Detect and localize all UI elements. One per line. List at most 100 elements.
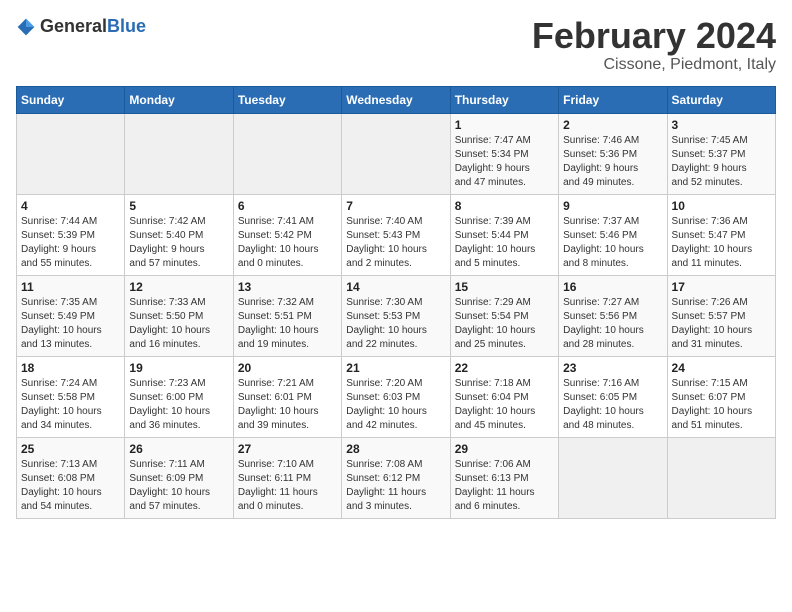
calendar-cell: 10 Sunrise: 7:36 AM Sunset: 5:47 PM Dayli… [667, 194, 775, 275]
calendar-cell [233, 113, 341, 194]
day-number: 25 [21, 442, 120, 456]
day-number: 13 [238, 280, 337, 294]
calendar-cell [559, 437, 667, 518]
calendar-cell: 25Sunrise: 7:13 AM Sunset: 6:08 PM Dayli… [17, 437, 125, 518]
day-info: Sunrise: 7:32 AM Sunset: 5:51 PM Dayligh… [238, 296, 337, 352]
day-info: Sunrise: 7:36 AM Sunset: 5:47 PM Dayligh… [672, 215, 771, 271]
logo: GeneralBlue [16, 16, 146, 37]
calendar-cell: 2 Sunrise: 7:46 AM Sunset: 5:36 PM Daylig… [559, 113, 667, 194]
day-info: Sunrise: 7:45 AM Sunset: 5:37 PM Dayligh… [672, 134, 771, 190]
calendar-cell: 16Sunrise: 7:27 AM Sunset: 5:56 PM Dayli… [559, 275, 667, 356]
col-header-friday: Friday [559, 86, 667, 113]
day-number: 11 [21, 280, 120, 294]
calendar-cell [17, 113, 125, 194]
col-header-monday: Monday [125, 86, 233, 113]
day-number: 7 [346, 199, 445, 213]
calendar-cell: 11 Sunrise: 7:35 AM Sunset: 5:49 PM Dayli… [17, 275, 125, 356]
calendar-cell: 20 Sunrise: 7:21 AM Sunset: 6:01 PM Dayli… [233, 356, 341, 437]
day-number: 6 [238, 199, 337, 213]
day-number: 5 [129, 199, 228, 213]
calendar-cell: 7 Sunrise: 7:40 AM Sunset: 5:43 PM Daylig… [342, 194, 450, 275]
day-info: Sunrise: 7:21 AM Sunset: 6:01 PM Dayligh… [238, 377, 337, 433]
day-info: Sunrise: 7:26 AM Sunset: 5:57 PM Dayligh… [672, 296, 771, 352]
calendar-cell: 12 Sunrise: 7:33 AM Sunset: 5:50 PM Dayli… [125, 275, 233, 356]
day-number: 1 [455, 118, 554, 132]
header: GeneralBlue February 2024 Cissone, Piedm… [16, 16, 776, 74]
calendar-cell: 8Sunrise: 7:39 AM Sunset: 5:44 PM Daylig… [450, 194, 558, 275]
calendar-cell: 29 Sunrise: 7:06 AM Sunset: 6:13 PM Dayli… [450, 437, 558, 518]
logo-general: General [40, 16, 107, 36]
day-number: 17 [672, 280, 771, 294]
day-info: Sunrise: 7:37 AM Sunset: 5:46 PM Dayligh… [563, 215, 662, 271]
day-number: 24 [672, 361, 771, 375]
calendar-cell: 1 Sunrise: 7:47 AM Sunset: 5:34 PM Daylig… [450, 113, 558, 194]
day-number: 18 [21, 361, 120, 375]
day-number: 14 [346, 280, 445, 294]
day-number: 3 [672, 118, 771, 132]
calendar-cell: 28 Sunrise: 7:08 AM Sunset: 6:12 PM Dayli… [342, 437, 450, 518]
day-info: Sunrise: 7:08 AM Sunset: 6:12 PM Dayligh… [346, 458, 445, 514]
day-info: Sunrise: 7:29 AM Sunset: 5:54 PM Dayligh… [455, 296, 554, 352]
day-info: Sunrise: 7:18 AM Sunset: 6:04 PM Dayligh… [455, 377, 554, 433]
calendar-cell [125, 113, 233, 194]
calendar-cell: 26 Sunrise: 7:11 AM Sunset: 6:09 PM Dayli… [125, 437, 233, 518]
day-info: Sunrise: 7:42 AM Sunset: 5:40 PM Dayligh… [129, 215, 228, 271]
calendar-cell [342, 113, 450, 194]
day-info: Sunrise: 7:44 AM Sunset: 5:39 PM Dayligh… [21, 215, 120, 271]
day-number: 2 [563, 118, 662, 132]
title-area: February 2024 Cissone, Piedmont, Italy [532, 16, 776, 74]
day-info: Sunrise: 7:16 AM Sunset: 6:05 PM Dayligh… [563, 377, 662, 433]
calendar-cell: 15 Sunrise: 7:29 AM Sunset: 5:54 PM Dayli… [450, 275, 558, 356]
day-info: Sunrise: 7:35 AM Sunset: 5:49 PM Dayligh… [21, 296, 120, 352]
day-info: Sunrise: 7:41 AM Sunset: 5:42 PM Dayligh… [238, 215, 337, 271]
main-title: February 2024 [532, 16, 776, 56]
day-number: 10 [672, 199, 771, 213]
calendar-table: SundayMondayTuesdayWednesdayThursdayFrid… [16, 86, 776, 519]
day-info: Sunrise: 7:10 AM Sunset: 6:11 PM Dayligh… [238, 458, 337, 514]
calendar-cell: 9 Sunrise: 7:37 AM Sunset: 5:46 PM Daylig… [559, 194, 667, 275]
day-number: 9 [563, 199, 662, 213]
calendar-cell: 22Sunrise: 7:18 AM Sunset: 6:04 PM Dayli… [450, 356, 558, 437]
day-number: 19 [129, 361, 228, 375]
col-header-sunday: Sunday [17, 86, 125, 113]
calendar-cell: 23 Sunrise: 7:16 AM Sunset: 6:05 PM Dayli… [559, 356, 667, 437]
day-info: Sunrise: 7:33 AM Sunset: 5:50 PM Dayligh… [129, 296, 228, 352]
day-info: Sunrise: 7:46 AM Sunset: 5:36 PM Dayligh… [563, 134, 662, 190]
calendar-cell [667, 437, 775, 518]
calendar-cell: 24 Sunrise: 7:15 AM Sunset: 6:07 PM Dayli… [667, 356, 775, 437]
col-header-saturday: Saturday [667, 86, 775, 113]
week-row-2: 4 Sunrise: 7:44 AM Sunset: 5:39 PM Daylig… [17, 194, 776, 275]
day-number: 26 [129, 442, 228, 456]
logo-text: GeneralBlue [40, 16, 146, 37]
day-info: Sunrise: 7:23 AM Sunset: 6:00 PM Dayligh… [129, 377, 228, 433]
subtitle: Cissone, Piedmont, Italy [532, 56, 776, 74]
day-info: Sunrise: 7:06 AM Sunset: 6:13 PM Dayligh… [455, 458, 554, 514]
col-header-tuesday: Tuesday [233, 86, 341, 113]
day-number: 27 [238, 442, 337, 456]
day-number: 29 [455, 442, 554, 456]
week-row-3: 11 Sunrise: 7:35 AM Sunset: 5:49 PM Dayli… [17, 275, 776, 356]
day-number: 20 [238, 361, 337, 375]
calendar-cell: 4 Sunrise: 7:44 AM Sunset: 5:39 PM Daylig… [17, 194, 125, 275]
day-info: Sunrise: 7:20 AM Sunset: 6:03 PM Dayligh… [346, 377, 445, 433]
day-info: Sunrise: 7:11 AM Sunset: 6:09 PM Dayligh… [129, 458, 228, 514]
day-number: 15 [455, 280, 554, 294]
week-row-4: 18 Sunrise: 7:24 AM Sunset: 5:58 PM Dayli… [17, 356, 776, 437]
calendar-cell: 5 Sunrise: 7:42 AM Sunset: 5:40 PM Daylig… [125, 194, 233, 275]
day-info: Sunrise: 7:47 AM Sunset: 5:34 PM Dayligh… [455, 134, 554, 190]
day-info: Sunrise: 7:24 AM Sunset: 5:58 PM Dayligh… [21, 377, 120, 433]
day-number: 12 [129, 280, 228, 294]
day-info: Sunrise: 7:30 AM Sunset: 5:53 PM Dayligh… [346, 296, 445, 352]
day-number: 23 [563, 361, 662, 375]
day-info: Sunrise: 7:15 AM Sunset: 6:07 PM Dayligh… [672, 377, 771, 433]
calendar-cell: 19 Sunrise: 7:23 AM Sunset: 6:00 PM Dayli… [125, 356, 233, 437]
day-number: 21 [346, 361, 445, 375]
day-info: Sunrise: 7:39 AM Sunset: 5:44 PM Dayligh… [455, 215, 554, 271]
day-number: 28 [346, 442, 445, 456]
calendar-cell: 13 Sunrise: 7:32 AM Sunset: 5:51 PM Dayli… [233, 275, 341, 356]
logo-blue: Blue [107, 16, 146, 36]
day-info: Sunrise: 7:40 AM Sunset: 5:43 PM Dayligh… [346, 215, 445, 271]
day-number: 4 [21, 199, 120, 213]
week-row-1: 1 Sunrise: 7:47 AM Sunset: 5:34 PM Daylig… [17, 113, 776, 194]
calendar-cell: 3 Sunrise: 7:45 AM Sunset: 5:37 PM Daylig… [667, 113, 775, 194]
